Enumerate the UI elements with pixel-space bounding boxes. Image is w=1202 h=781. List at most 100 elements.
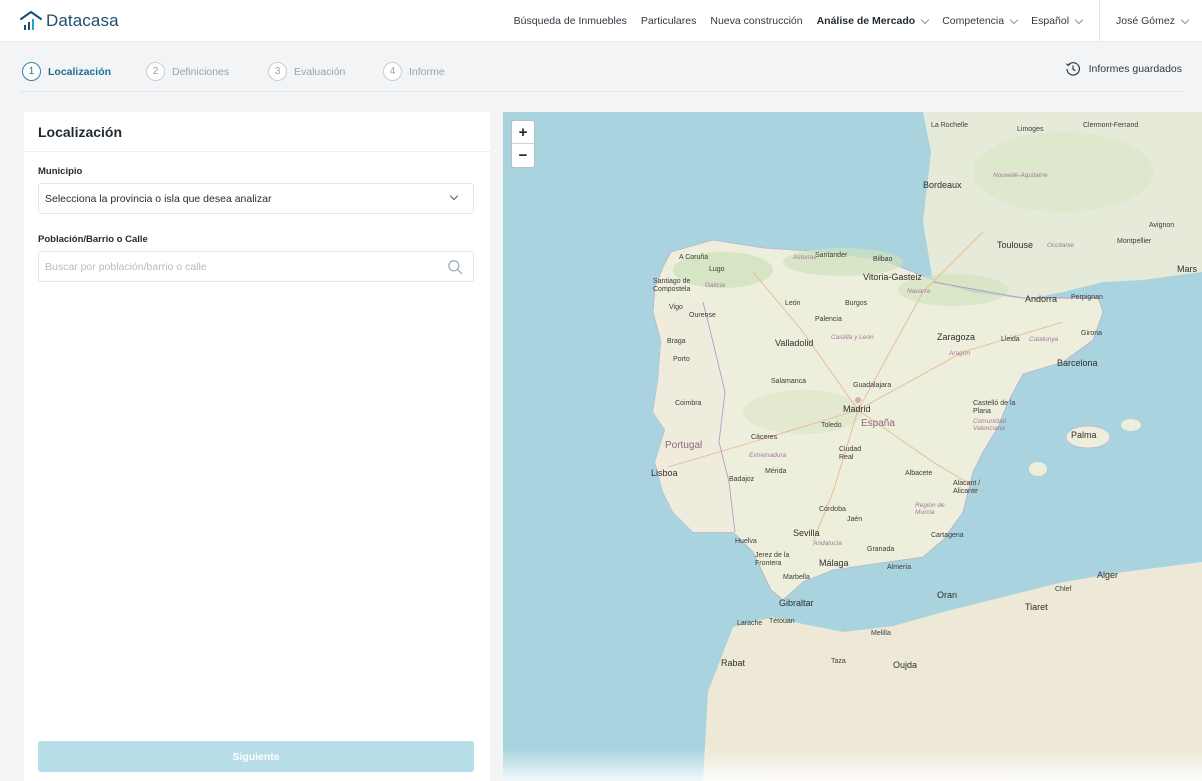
map-label: Guadalajara	[853, 382, 892, 389]
nav-label: Competencia	[942, 15, 1005, 27]
poblacion-label: Población/Barrio o Calle	[38, 234, 148, 245]
step-number: 1	[22, 62, 41, 81]
map-label: León	[785, 300, 801, 307]
step-label: Definiciones	[172, 65, 230, 78]
map-label: Badajoz	[729, 476, 755, 483]
map-label: Sevilla	[793, 528, 820, 538]
search-icon[interactable]	[447, 259, 463, 275]
map-label: Extremadura	[749, 452, 787, 459]
map-label: Burgos	[845, 300, 868, 307]
map-label: Catalunya	[1029, 336, 1059, 343]
map-label: Chlef	[1055, 586, 1072, 593]
step-number: 2	[146, 62, 165, 81]
poblacion-search-input[interactable]	[45, 260, 425, 273]
chevron-down-icon	[1009, 15, 1019, 24]
nav-nueva-construccion[interactable]: Nueva construcción	[703, 0, 809, 42]
step-label: Evaluación	[294, 65, 346, 78]
map-label: Melilla	[871, 630, 891, 637]
map-label: Santiago de Compostela	[653, 278, 691, 293]
map-label: Comunidad Valenciana	[973, 418, 1007, 432]
map-label: Lisboa	[651, 468, 678, 478]
poblacion-search-field[interactable]	[38, 251, 474, 282]
logo-house-icon	[20, 11, 42, 30]
map-label: Córdoba	[819, 506, 846, 513]
nav-particulares[interactable]: Particulares	[634, 0, 703, 42]
map-label: Jaén	[847, 516, 863, 523]
map-label: Portugal	[665, 440, 703, 451]
nav-competencia[interactable]: Competencia	[935, 0, 1024, 42]
map-label: Jerez de la Frontera	[755, 552, 790, 567]
map-label: Albacete	[905, 470, 933, 477]
map-label: Alger	[1097, 570, 1119, 580]
map-label: Valladolid	[775, 338, 814, 348]
municipio-selected-value: Selecciona la provincia o isla que desea…	[45, 192, 272, 205]
top-navigation-bar: Datacasa Búsqueda de Inmuebles Particula…	[0, 0, 1202, 42]
map-label: Braga	[667, 338, 686, 345]
map-label: Huelva	[735, 538, 757, 545]
map-label: Madrid	[843, 404, 871, 414]
chevron-down-icon	[920, 15, 930, 24]
map-label: Montpellier	[1117, 238, 1152, 245]
step-number: 3	[268, 62, 287, 81]
map-label: Andorra	[1025, 294, 1058, 304]
map-label: Vitoria-Gasteiz	[863, 272, 922, 282]
map-label: Málaga	[819, 558, 849, 568]
step-definiciones[interactable]: 2 Definiciones	[146, 62, 229, 81]
map-label: Ciudad Real	[839, 446, 862, 461]
user-menu[interactable]: José Gómez	[1106, 0, 1202, 42]
datacasa-logo[interactable]: Datacasa	[20, 9, 119, 33]
nav-label: Español	[1031, 15, 1070, 27]
map-label: Gibraltar	[779, 598, 814, 608]
municipio-select[interactable]: Selecciona la provincia o isla que desea…	[38, 183, 474, 214]
user-name: José Gómez	[1116, 15, 1175, 27]
map-label: Asturias	[793, 254, 817, 261]
zoom-out-button[interactable]: −	[512, 144, 534, 167]
map-label: Palma	[1071, 430, 1097, 440]
language-selector[interactable]: Español	[1024, 0, 1089, 42]
map-label: Mérida	[765, 468, 787, 475]
map-label: Cáceres	[751, 434, 778, 441]
saved-reports-link[interactable]: Informes guardados	[1065, 61, 1182, 77]
map-label: Lugo	[709, 266, 725, 273]
map-label: Santander	[815, 252, 848, 259]
map-label: Castilla y León	[831, 334, 874, 341]
map-label: Barcelona	[1057, 358, 1098, 368]
map-label: Región de Murcia	[915, 502, 945, 516]
history-icon	[1065, 62, 1080, 76]
map-label: Galicia	[705, 282, 725, 289]
map-label: Marbella	[783, 574, 810, 581]
chevron-down-icon	[1180, 15, 1190, 24]
map-label: Rabat	[721, 658, 746, 668]
map-label: Salamanca	[771, 378, 807, 385]
map-label: Oujda	[893, 660, 918, 670]
location-panel: Localización Municipio Selecciona la pro…	[24, 112, 490, 781]
map-label: Cartagena	[931, 532, 964, 539]
main-nav: Búsqueda de Inmuebles Particulares Nueva…	[507, 0, 1202, 42]
map-label: Coimbra	[675, 400, 702, 407]
map-label: Aragón	[949, 350, 970, 357]
step-localizacion[interactable]: 1 Localización	[22, 62, 111, 81]
map-label: Occitanie	[1047, 242, 1075, 249]
map-view[interactable]: La Rochelle Limoges Clermont-Ferrand Nou…	[503, 112, 1202, 781]
map-label: Nouvelle-Aquitaine	[993, 172, 1048, 179]
map-label: Palencia	[815, 316, 842, 323]
map-label: Clermont-Ferrand	[1083, 122, 1139, 129]
map-label: Bordeaux	[923, 180, 962, 190]
step-label: Localización	[48, 65, 112, 78]
step-informe[interactable]: 4 Informe	[383, 62, 445, 81]
map-label: La Rochelle	[931, 122, 968, 129]
nav-analise-mercado[interactable]: Análise de Mercado	[810, 0, 936, 42]
map-zoom-control: + −	[511, 120, 535, 168]
next-button[interactable]: Siguiente	[38, 741, 474, 772]
map-label: Bilbao	[873, 256, 893, 263]
step-number: 4	[383, 62, 402, 81]
zoom-in-button[interactable]: +	[512, 121, 534, 144]
nav-label: Búsqueda de Inmuebles	[513, 15, 627, 27]
chevron-down-icon	[1074, 15, 1084, 24]
map-label: Limoges	[1017, 126, 1044, 133]
map-label: Toulouse	[997, 240, 1034, 250]
nav-busqueda-inmuebles[interactable]: Búsqueda de Inmuebles	[507, 0, 634, 42]
step-evaluacion[interactable]: 3 Evaluación	[268, 62, 345, 81]
map-label: Ourense	[689, 312, 716, 319]
brand-name: Datacasa	[46, 11, 119, 30]
